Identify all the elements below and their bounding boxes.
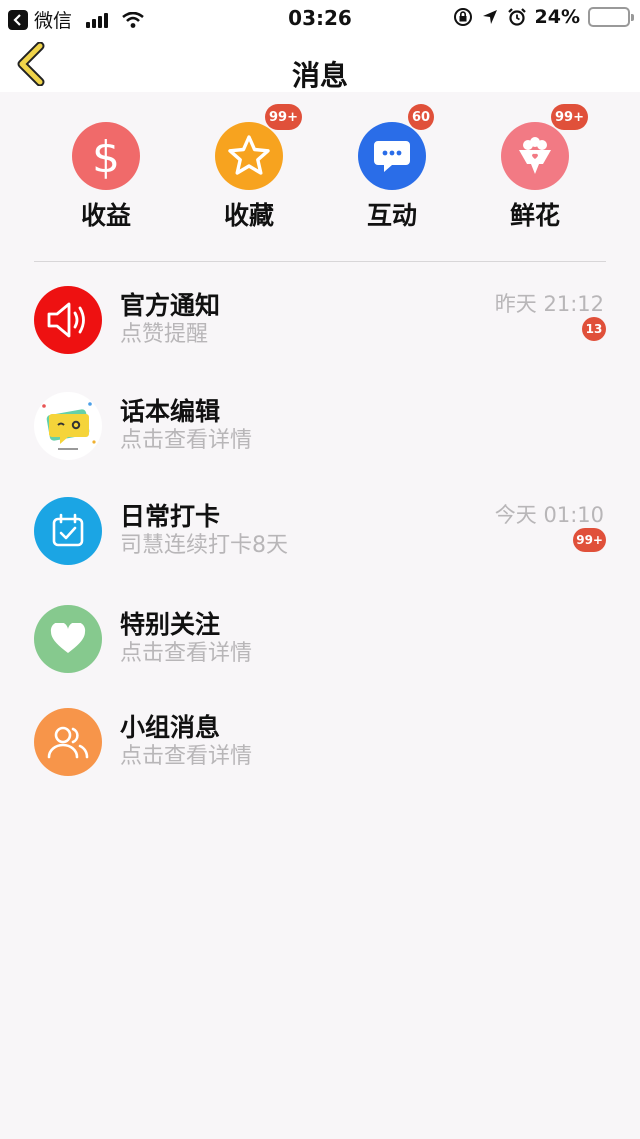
calendar-check-icon [34,497,102,565]
item-time: 今天 01:10 [494,503,604,527]
badge: 99+ [551,104,588,130]
group-users-icon [34,708,102,776]
shortcut-label: 收益 [80,201,131,230]
rotation-lock-icon [453,8,472,26]
badge: 99+ [265,104,302,130]
shortcut-favorites[interactable]: 99+ 收藏 [189,104,309,242]
item-time: 昨天 21:12 [494,292,604,316]
battery-percent: 24% [534,6,580,28]
chat-bubble-icon: 60 [358,104,435,190]
svg-text:$: $ [92,132,120,180]
item-subtitle: 点击查看详情 [120,744,253,769]
list-item-daily-checkin[interactable]: 日常打卡 司慧连续打卡8天 今天 01:10 99+ [0,473,640,573]
item-subtitle: 点赞提醒 [120,322,209,347]
nav-bar: 消息 [0,36,640,92]
item-subtitle: 点击查看详情 [120,428,253,453]
list-item-special-follow[interactable]: 特别关注 点击查看详情 [0,581,640,681]
item-subtitle: 点击查看详情 [120,641,253,666]
editor-avatar-icon [34,392,102,460]
list-item-group-messages[interactable]: 小组消息 点击查看详情 [0,684,640,784]
shortcut-row: $ 收益 99+ 收藏 60 互动 99+ 鲜花 [0,92,640,260]
shortcut-label: 收藏 [223,201,274,230]
unread-badge: 99+ [573,528,606,552]
list-item-script-editor[interactable]: 话本编辑 点击查看详情 [0,368,640,468]
shortcut-flowers[interactable]: 99+ 鲜花 [475,104,595,242]
star-icon: 99+ [215,104,302,190]
dollar-icon: $ [72,122,140,190]
shortcut-label: 互动 [366,201,417,230]
speaker-icon [34,286,102,354]
flower-bouquet-icon: 99+ [501,104,588,190]
unread-badge: 13 [582,317,606,341]
badge: 60 [408,104,435,130]
status-bar: 微信 03:26 24% [0,0,640,36]
battery-icon [588,7,634,27]
status-right: 24% [453,6,634,28]
item-subtitle: 司慧连续打卡8天 [120,533,288,558]
page-title: 消息 [291,59,348,92]
shortcut-interactions[interactable]: 60 互动 [332,104,452,242]
shortcut-label: 鲜花 [509,201,560,230]
shortcut-earnings[interactable]: $ 收益 [46,122,166,242]
alarm-icon [507,8,526,26]
list-item-official-notice[interactable]: 官方通知 点赞提醒 昨天 21:12 13 [0,262,640,362]
location-arrow-icon [482,10,497,24]
heart-icon [34,605,102,673]
